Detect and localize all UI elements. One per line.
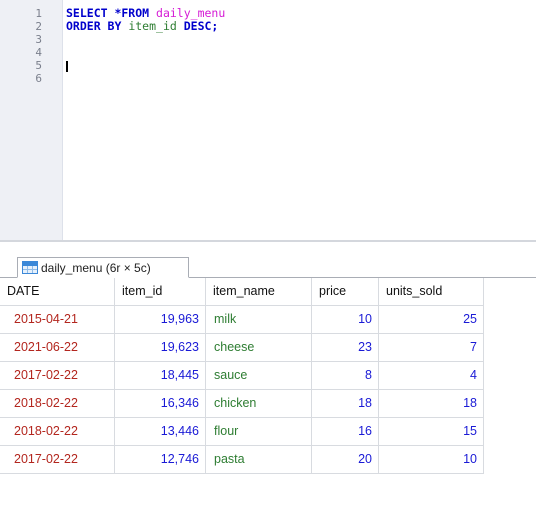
cell-price[interactable]: 18 [312, 390, 379, 418]
table-row[interactable]: 2017-02-22 12,746 pasta 20 10 [0, 446, 536, 474]
cell-units-sold[interactable]: 18 [379, 390, 484, 418]
cell-item-name[interactable]: milk [206, 306, 312, 334]
sql-table-name: daily_menu [156, 6, 226, 20]
tab-daily-menu-result[interactable]: daily_menu (6r × 5c) [17, 257, 189, 278]
line-number: 3 [35, 33, 42, 46]
code-area[interactable]: SELECT *FROM daily_menu ORDER BY item_id… [66, 0, 536, 240]
cell-item-id[interactable]: 18,445 [115, 362, 206, 390]
line-number-gutter: 1 2 3 4 5 6 [0, 0, 63, 240]
cell-item-name[interactable]: pasta [206, 446, 312, 474]
table-grid-icon [22, 261, 38, 274]
table-row[interactable]: 2015-04-21 19,963 milk 10 25 [0, 306, 536, 334]
column-header-date[interactable]: DATE [0, 278, 115, 306]
table-row[interactable]: 2017-02-22 18,445 sauce 8 4 [0, 362, 536, 390]
sql-editor[interactable]: 1 2 3 4 5 6 SELECT *FROM daily_menu ORDE… [0, 0, 536, 240]
sql-column-name: item_id [128, 19, 177, 33]
cell-price[interactable]: 20 [312, 446, 379, 474]
cell-units-sold[interactable]: 25 [379, 306, 484, 334]
table-row[interactable]: 2018-02-22 16,346 chicken 18 18 [0, 390, 536, 418]
result-tab-bar: daily_menu (6r × 5c) [0, 242, 536, 278]
line-number: 2 [35, 20, 42, 33]
cell-item-name[interactable]: sauce [206, 362, 312, 390]
cell-date[interactable]: 2017-02-22 [0, 446, 115, 474]
cell-units-sold[interactable]: 7 [379, 334, 484, 362]
code-line-2[interactable]: ORDER BY item_id DESC; [66, 20, 218, 33]
cell-units-sold[interactable]: 10 [379, 446, 484, 474]
cell-price[interactable]: 16 [312, 418, 379, 446]
cell-price[interactable]: 8 [312, 362, 379, 390]
cell-date[interactable]: 2015-04-21 [0, 306, 115, 334]
cell-date[interactable]: 2018-02-22 [0, 418, 115, 446]
column-header-price[interactable]: price [312, 278, 379, 306]
sql-keyword: SELECT *FROM [66, 6, 150, 20]
sql-keyword: ORDER BY [66, 19, 122, 33]
tab-label: daily_menu (6r × 5c) [41, 260, 151, 275]
line-number: 1 [35, 7, 42, 20]
cell-date[interactable]: 2021-06-22 [0, 334, 115, 362]
cell-date[interactable]: 2018-02-22 [0, 390, 115, 418]
line-number: 5 [35, 59, 42, 72]
sql-keyword: DESC; [183, 19, 219, 33]
cell-item-name[interactable]: cheese [206, 334, 312, 362]
cell-item-name[interactable]: flour [206, 418, 312, 446]
column-header-item-id[interactable]: item_id [115, 278, 206, 306]
cell-item-id[interactable]: 13,446 [115, 418, 206, 446]
cell-units-sold[interactable]: 4 [379, 362, 484, 390]
cell-units-sold[interactable]: 15 [379, 418, 484, 446]
cell-item-id[interactable]: 19,623 [115, 334, 206, 362]
line-number: 6 [35, 72, 42, 85]
column-header-units-sold[interactable]: units_sold [379, 278, 484, 306]
cell-item-id[interactable]: 12,746 [115, 446, 206, 474]
cell-price[interactable]: 10 [312, 306, 379, 334]
column-header-item-name[interactable]: item_name [206, 278, 312, 306]
table-row[interactable]: 2021-06-22 19,623 cheese 23 7 [0, 334, 536, 362]
text-cursor [66, 61, 68, 72]
cell-item-id[interactable]: 19,963 [115, 306, 206, 334]
cell-item-id[interactable]: 16,346 [115, 390, 206, 418]
cell-date[interactable]: 2017-02-22 [0, 362, 115, 390]
line-number: 4 [35, 46, 42, 59]
cell-price[interactable]: 23 [312, 334, 379, 362]
grid-header-row: DATE item_id item_name price units_sold [0, 278, 536, 306]
table-row[interactable]: 2018-02-22 13,446 flour 16 15 [0, 418, 536, 446]
cell-item-name[interactable]: chicken [206, 390, 312, 418]
